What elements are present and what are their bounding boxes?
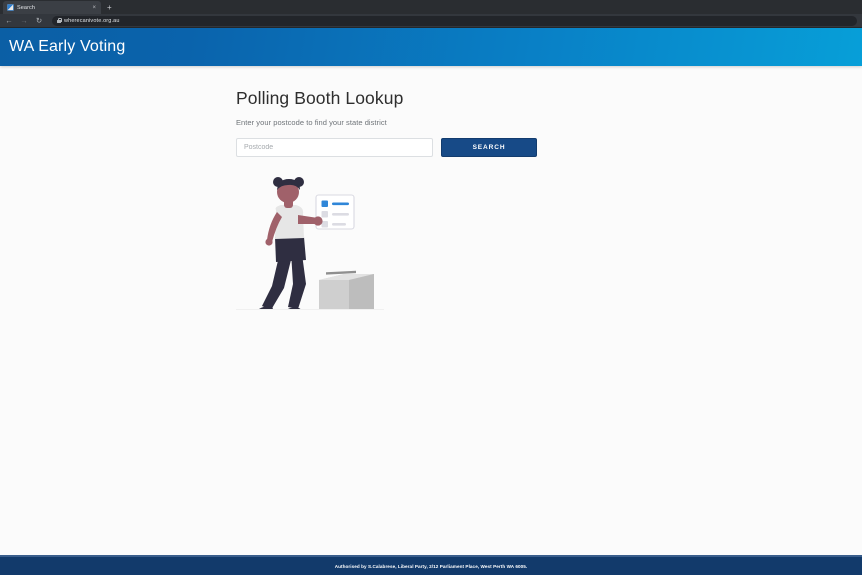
close-icon[interactable]: × — [91, 5, 97, 11]
site-header: WA Early Voting — [0, 28, 862, 66]
site-favicon-icon — [7, 4, 14, 11]
postcode-input[interactable] — [236, 138, 433, 157]
browser-tab-strip: Search × + — [0, 0, 862, 14]
lock-icon — [57, 18, 62, 23]
forward-icon[interactable]: → — [20, 17, 28, 25]
address-bar-url: wherecanivote.org.au — [64, 17, 120, 24]
voter-with-ballot-and-ballot-box-icon — [257, 177, 374, 309]
voter-person-graphic — [257, 177, 323, 309]
postcode-search-form: SEARCH — [236, 138, 862, 157]
new-tab-icon[interactable]: + — [107, 4, 112, 12]
voter-illustration — [236, 174, 384, 310]
back-icon[interactable]: ← — [5, 17, 13, 25]
browser-tab-title: Search — [17, 4, 36, 11]
footer-authorisation-text: Authorised by S.Calabrese, Liberal Party… — [334, 563, 528, 569]
ballot-box-graphic — [319, 270, 374, 309]
ballot-card-graphic — [315, 194, 355, 230]
search-button[interactable]: SEARCH — [441, 138, 537, 157]
browser-tab[interactable]: Search × — [3, 1, 101, 14]
reload-icon[interactable]: ↻ — [35, 17, 43, 25]
page-title: Polling Booth Lookup — [236, 88, 404, 108]
page-subtitle: Enter your postcode to find your state d… — [236, 118, 387, 127]
browser-window: Search × + ← → ↻ wherecanivote.org.au WA… — [0, 0, 862, 575]
site-footer: Authorised by S.Calabrese, Liberal Party… — [0, 555, 862, 575]
main-content: Polling Booth Lookup Enter your postcode… — [0, 66, 862, 555]
page-viewport: WA Early Voting Polling Booth Lookup Ent… — [0, 28, 862, 575]
address-bar[interactable]: wherecanivote.org.au — [52, 15, 857, 26]
site-title: WA Early Voting — [9, 38, 126, 55]
browser-toolbar: ← → ↻ wherecanivote.org.au — [0, 14, 862, 28]
